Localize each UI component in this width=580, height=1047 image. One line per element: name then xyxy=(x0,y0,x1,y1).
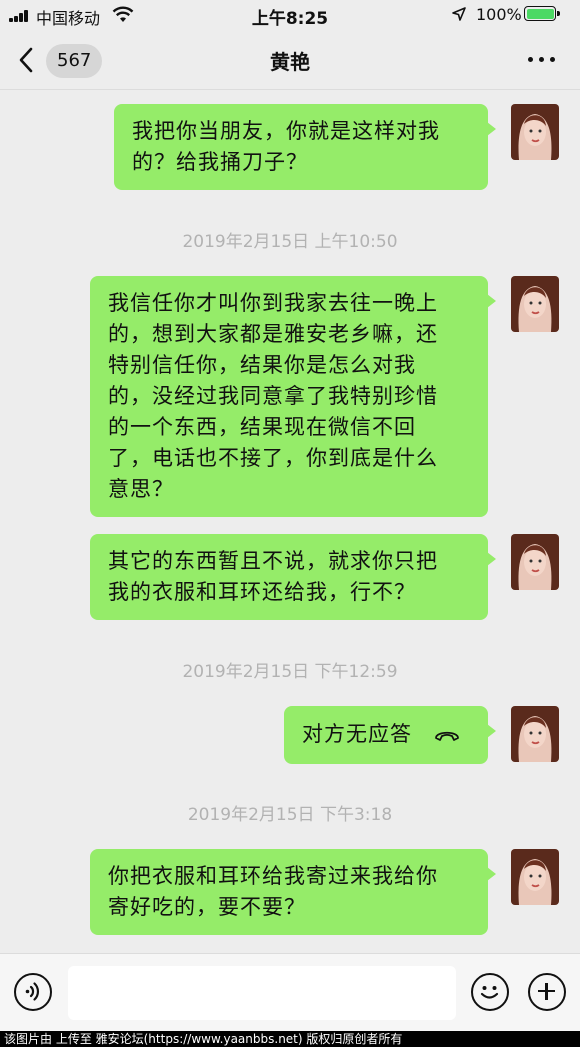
message-input[interactable] xyxy=(68,966,456,1020)
call-record-bubble[interactable]: 对方无应答 xyxy=(284,706,496,764)
voice-button[interactable] xyxy=(14,973,52,1011)
avatar-icon xyxy=(511,104,559,160)
message-row: 你把衣服和耳环给我寄过来我给你 寄好吃的，要不要？ xyxy=(0,849,580,935)
avatar-icon xyxy=(511,706,559,762)
message-row: 我把你当朋友，你就是这样对我 的？给我捅刀子？ xyxy=(0,104,580,190)
input-bar xyxy=(0,953,580,1031)
timestamp: 2019年2月15日 下午3:18 xyxy=(187,805,393,825)
avatar-icon xyxy=(511,849,559,905)
chat-title: 黄艳 xyxy=(270,50,310,74)
message-bubble[interactable]: 其它的东西暂且不说，就求你只把 我的衣服和耳环还给我，行不？ xyxy=(90,534,496,620)
message-row: 其它的东西暂且不说，就求你只把 我的衣服和耳环还给我，行不？ xyxy=(0,534,580,620)
message-bubble[interactable]: 你把衣服和耳环给我寄过来我给你 寄好吃的，要不要？ xyxy=(90,849,496,935)
message-text: 我信任你才叫你到我家去往一晚上 的，想到大家都是雅安老乡嘛，还 特别信任你，结果… xyxy=(108,291,438,501)
battery-percent: 100% xyxy=(476,5,522,24)
avatar-icon xyxy=(511,534,559,590)
message-bubble[interactable]: 我信任你才叫你到我家去往一晚上 的，想到大家都是雅安老乡嘛，还 特别信任你，结果… xyxy=(90,276,496,517)
battery-icon xyxy=(524,6,560,21)
message-bubble[interactable]: 我把你当朋友，你就是这样对我 的？给我捅刀子？ xyxy=(114,104,496,190)
status-bar: 中国移动 上午8:25 100% xyxy=(0,0,580,30)
avatar-icon xyxy=(511,276,559,332)
message-text: 我把你当朋友，你就是这样对我 的？给我捅刀子？ xyxy=(132,119,440,174)
avatar[interactable] xyxy=(511,706,559,762)
avatar[interactable] xyxy=(511,104,559,160)
chat-header: 567 黄艳 xyxy=(0,30,580,90)
message-text: 你把衣服和耳环给我寄过来我给你 寄好吃的，要不要？ xyxy=(108,864,438,919)
emoji-icon xyxy=(480,986,499,999)
timestamp: 2019年2月15日 上午10:50 xyxy=(182,232,398,252)
avatar[interactable] xyxy=(511,534,559,590)
plus-button[interactable] xyxy=(528,973,566,1011)
message-list[interactable]: 我把你当朋友，你就是这样对我 的？给我捅刀子？ 2019年2月15日 上午10:… xyxy=(0,90,580,953)
message-text: 其它的东西暂且不说，就求你只把 我的衣服和耳环还给我，行不？ xyxy=(108,549,438,604)
phone-hangup-icon xyxy=(435,731,459,741)
call-status-text: 对方无应答 xyxy=(302,722,412,746)
timestamp: 2019年2月15日 下午12:59 xyxy=(182,662,398,682)
emoji-button[interactable] xyxy=(471,973,509,1011)
watermark-caption: 该图片由 上传至 雅安论坛(https://www.yaanbbs.net) 版… xyxy=(0,1031,580,1047)
message-row: 我信任你才叫你到我家去往一晚上 的，想到大家都是雅安老乡嘛，还 特别信任你，结果… xyxy=(0,276,580,517)
location-icon xyxy=(452,7,466,21)
more-button[interactable] xyxy=(528,54,558,64)
avatar[interactable] xyxy=(511,849,559,905)
message-row: 对方无应答 xyxy=(0,706,580,764)
avatar[interactable] xyxy=(511,276,559,332)
voice-icon xyxy=(25,982,39,1001)
